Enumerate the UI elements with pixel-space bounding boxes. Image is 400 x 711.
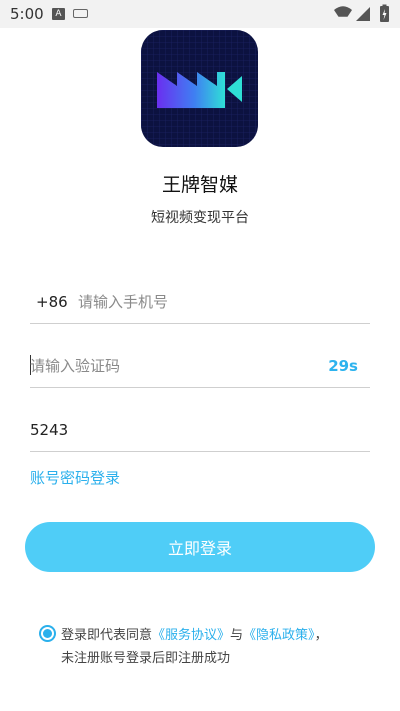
account-password-login-link[interactable]: 账号密码登录 — [30, 467, 120, 488]
login-button[interactable]: 立即登录 — [25, 522, 375, 572]
video-camera-logo-icon — [141, 30, 258, 147]
app-logo — [141, 30, 258, 147]
battery-charging-icon — [380, 4, 389, 22]
app-subtitle: 短视频变现平台 — [151, 210, 249, 226]
agreement-suffix: ， — [314, 628, 328, 643]
code-field-row: 29s — [30, 347, 370, 388]
status-bar: 5:00 A — [0, 0, 400, 28]
status-time: 5:00 — [10, 5, 44, 23]
agreement-and: 与 — [230, 628, 244, 643]
status-indicators — [334, 4, 389, 22]
service-agreement-link[interactable]: 《服务协议》 — [152, 628, 230, 643]
agreement-text: 登录即代表同意《服务协议》与《隐私政策》， 未注册账号登录后即注册成功 — [61, 624, 381, 670]
verification-code-input[interactable] — [30, 351, 270, 381]
captcha-field-row — [30, 411, 370, 452]
agreement-prefix: 登录即代表同意 — [61, 628, 153, 643]
keyboard-icon — [73, 9, 88, 18]
phone-field-row: +86 — [30, 283, 370, 324]
phone-input[interactable] — [78, 287, 358, 317]
wifi-icon — [334, 6, 352, 17]
resend-countdown: 29s — [328, 357, 358, 375]
a-notification-icon: A — [52, 8, 65, 20]
checkbox-checked-dot — [43, 629, 52, 638]
signal-icon — [356, 7, 370, 21]
captcha-input[interactable] — [30, 415, 330, 445]
app-name: 王牌智媒 — [161, 174, 238, 196]
country-code[interactable]: +86 — [36, 293, 68, 311]
agreement-line2: 未注册账号登录后即注册成功 — [61, 651, 231, 666]
agreement-checkbox[interactable] — [39, 625, 56, 642]
privacy-policy-link[interactable]: 《隐私政策》 — [243, 628, 315, 643]
